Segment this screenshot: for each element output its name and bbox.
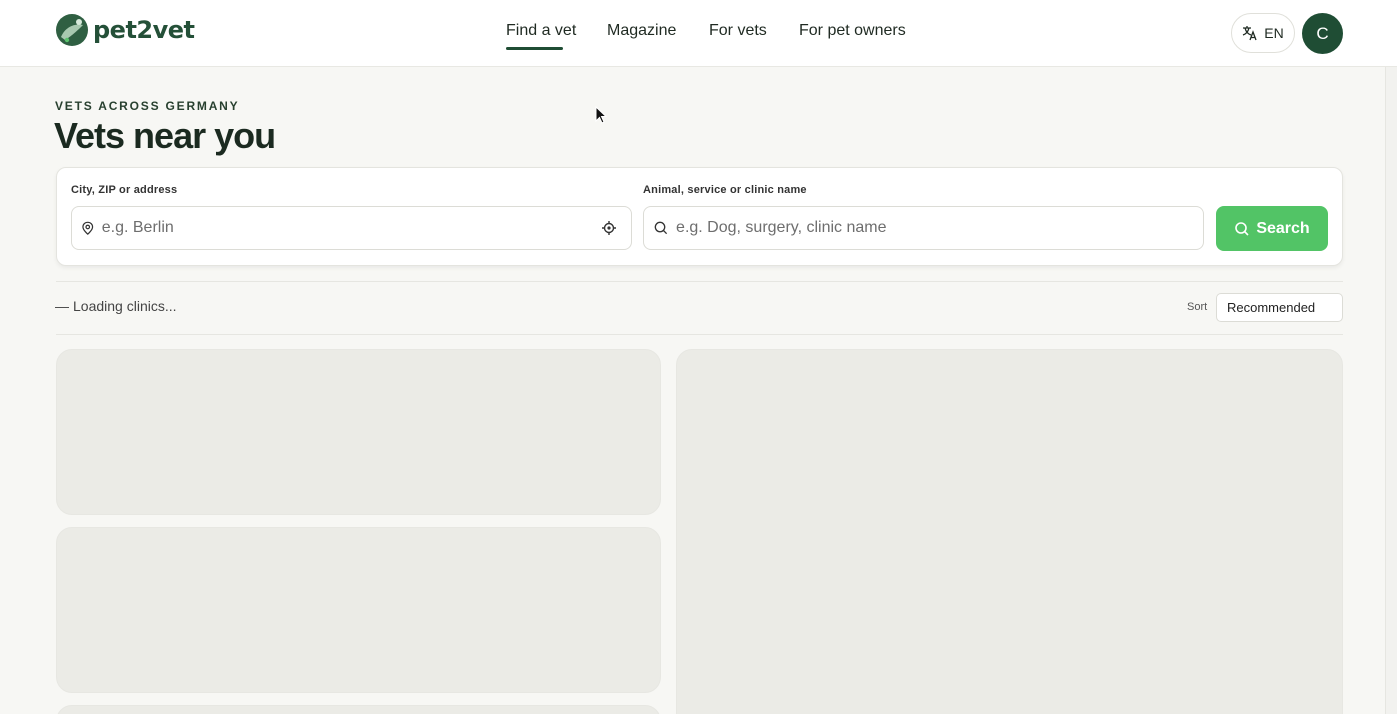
mouse-cursor-icon <box>595 106 607 124</box>
pet2vet-logo-icon <box>56 14 88 46</box>
active-nav-indicator <box>506 47 563 50</box>
loading-text: Loading clinics... <box>73 298 177 314</box>
loading-status: — Loading clinics... <box>55 298 177 314</box>
page-title: Vets near you <box>54 115 276 156</box>
nav-find-a-vet[interactable]: Find a vet <box>506 22 576 40</box>
query-input[interactable] <box>676 207 1203 249</box>
hero-eyebrow: Vets across Germany <box>55 99 240 113</box>
clinic-card-skeleton <box>56 705 661 714</box>
scrollbar-track[interactable] <box>1385 67 1397 714</box>
nav-for-pet-owners[interactable]: For pet owners <box>799 22 906 40</box>
sort-label: Sort <box>1187 301 1208 313</box>
query-field[interactable] <box>643 206 1204 250</box>
language-label: EN <box>1264 25 1284 41</box>
crosshair-icon[interactable] <box>591 220 631 236</box>
brand-logo[interactable]: pet2vet <box>55 13 195 47</box>
search-icon <box>654 221 668 235</box>
location-input[interactable] <box>101 207 591 249</box>
nav-magazine[interactable]: Magazine <box>607 22 676 40</box>
loading-dash: — <box>55 298 69 314</box>
location-field[interactable] <box>71 206 632 250</box>
translate-icon <box>1243 26 1257 41</box>
location-field-label: City, ZIP or address <box>71 184 178 196</box>
brand-name: pet2vet <box>93 16 195 44</box>
clinic-card-skeleton <box>56 527 661 693</box>
sort-select[interactable]: Recommended <box>1216 293 1343 322</box>
map-pin-icon <box>82 221 94 235</box>
divider <box>56 281 1343 282</box>
query-field-label: Animal, service or clinic name <box>643 184 807 196</box>
search-icon <box>1235 221 1249 236</box>
top-header: pet2vet Find a vet Magazine For vets For… <box>0 0 1397 67</box>
divider <box>56 334 1343 335</box>
nav-for-vets[interactable]: For vets <box>709 22 767 40</box>
language-button[interactable]: EN <box>1231 13 1295 53</box>
clinic-card-skeleton <box>56 349 661 515</box>
search-button[interactable]: Search <box>1216 206 1328 251</box>
map-skeleton <box>676 349 1343 714</box>
user-avatar[interactable]: C <box>1302 13 1343 54</box>
search-button-label: Search <box>1256 219 1310 237</box>
